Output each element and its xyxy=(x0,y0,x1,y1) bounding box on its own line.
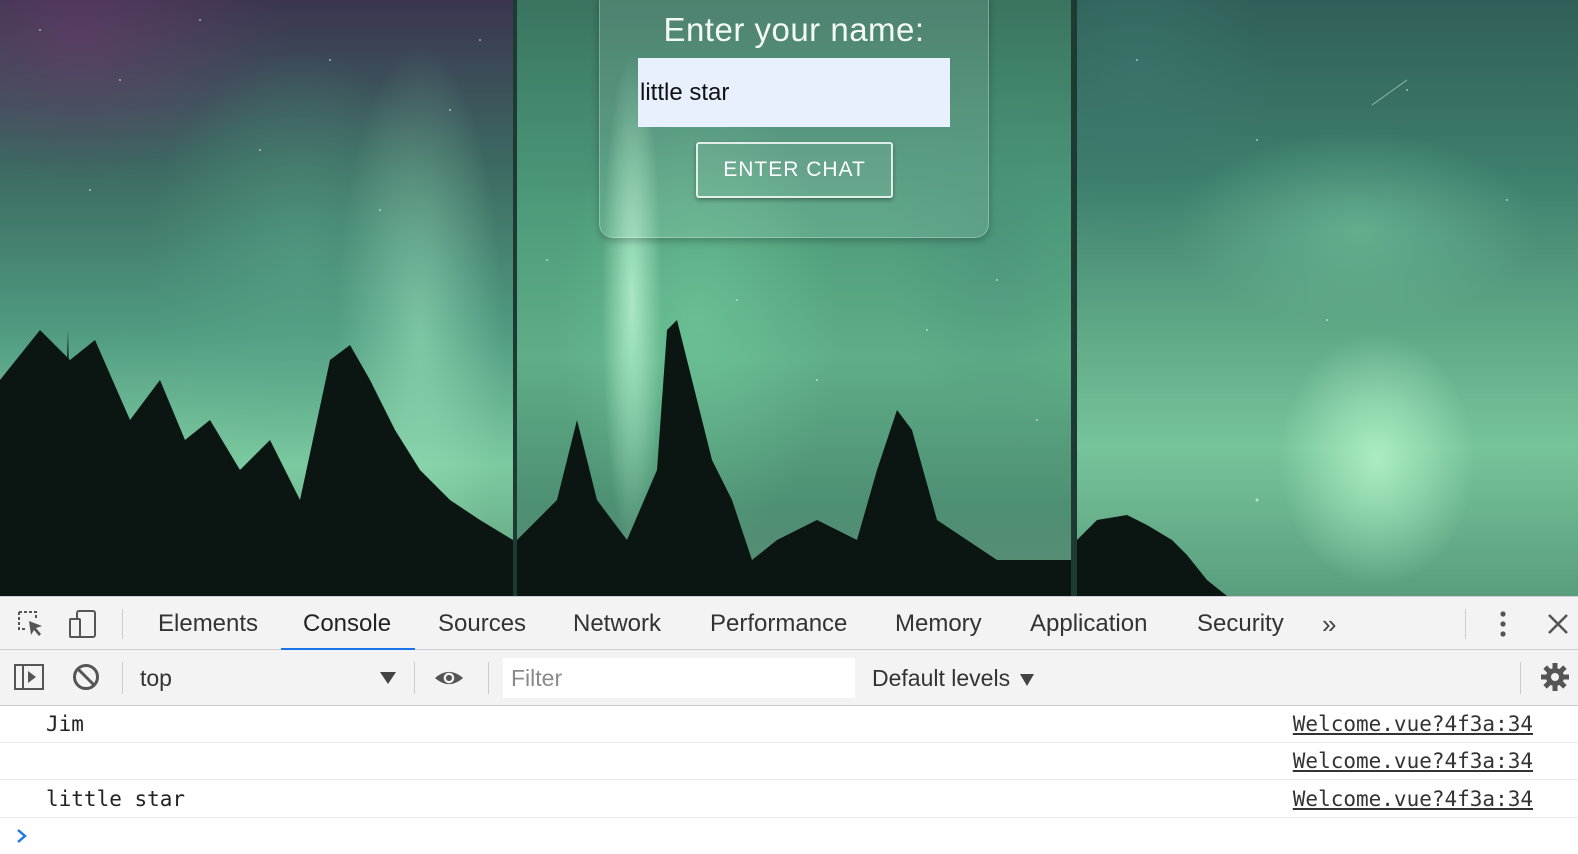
devtools-tab-bar: Elements Console Sources Network Perform… xyxy=(0,596,1578,651)
tab-performance[interactable]: Performance xyxy=(710,597,847,650)
tab-console[interactable]: Console xyxy=(303,597,391,650)
tab-sources[interactable]: Sources xyxy=(438,597,526,650)
aurora-background-left xyxy=(0,0,513,596)
live-expression-icon[interactable] xyxy=(434,663,464,693)
toolbar-divider xyxy=(1465,609,1466,639)
console-log-row: Welcome.vue?4f3a:34 xyxy=(0,743,1578,780)
console-log-row: Jim Welcome.vue?4f3a:34 xyxy=(0,706,1578,743)
toolbar-divider xyxy=(122,609,123,639)
console-log-row: little star Welcome.vue?4f3a:34 xyxy=(0,781,1578,818)
login-card: Enter your name: ENTER CHAT xyxy=(599,0,989,238)
toolbar-divider xyxy=(488,662,489,694)
kebab-menu-icon[interactable] xyxy=(1494,609,1512,639)
filter-input[interactable] xyxy=(503,658,855,698)
clear-console-icon[interactable] xyxy=(71,662,101,692)
dropdown-arrow-icon xyxy=(1020,673,1035,686)
log-message: Jim xyxy=(46,712,84,736)
console-prompt-icon[interactable] xyxy=(14,824,30,848)
context-selector[interactable]: top xyxy=(140,660,400,696)
log-message: little star xyxy=(46,787,186,811)
show-sidebar-icon[interactable] xyxy=(14,662,44,692)
tab-memory[interactable]: Memory xyxy=(895,597,982,650)
toolbar-divider xyxy=(1520,662,1521,694)
name-prompt-label: Enter your name: xyxy=(663,11,925,48)
inspect-element-icon[interactable] xyxy=(16,609,46,639)
toolbar-divider xyxy=(122,662,123,694)
device-toolbar-icon[interactable] xyxy=(68,609,98,639)
console-output: Jim Welcome.vue?4f3a:34 Welcome.vue?4f3a… xyxy=(0,706,1578,854)
tab-security[interactable]: Security xyxy=(1197,597,1284,650)
name-input[interactable] xyxy=(638,58,950,127)
aurora-background-right xyxy=(1077,0,1578,596)
tab-elements[interactable]: Elements xyxy=(158,597,258,650)
enter-chat-button[interactable]: ENTER CHAT xyxy=(696,142,893,198)
log-levels-dropdown[interactable]: Default levels xyxy=(872,660,1035,696)
close-icon[interactable] xyxy=(1545,611,1571,637)
tab-application[interactable]: Application xyxy=(1030,597,1147,650)
log-source-link[interactable]: Welcome.vue?4f3a:34 xyxy=(1293,787,1533,811)
tab-network[interactable]: Network xyxy=(573,597,661,650)
log-source-link[interactable]: Welcome.vue?4f3a:34 xyxy=(1293,749,1533,773)
devtools-panel: Elements Console Sources Network Perform… xyxy=(0,596,1578,854)
context-value: top xyxy=(140,665,172,691)
log-source-link[interactable]: Welcome.vue?4f3a:34 xyxy=(1293,712,1533,736)
toolbar-divider xyxy=(414,662,415,694)
more-tabs-button[interactable]: » xyxy=(1322,597,1336,650)
page-viewport: Enter your name: ENTER CHAT xyxy=(0,0,1578,596)
dropdown-arrow-icon xyxy=(380,672,396,684)
log-levels-label: Default levels xyxy=(872,665,1011,691)
console-toolbar: top Default levels xyxy=(0,650,1578,706)
gear-icon[interactable] xyxy=(1540,662,1570,692)
